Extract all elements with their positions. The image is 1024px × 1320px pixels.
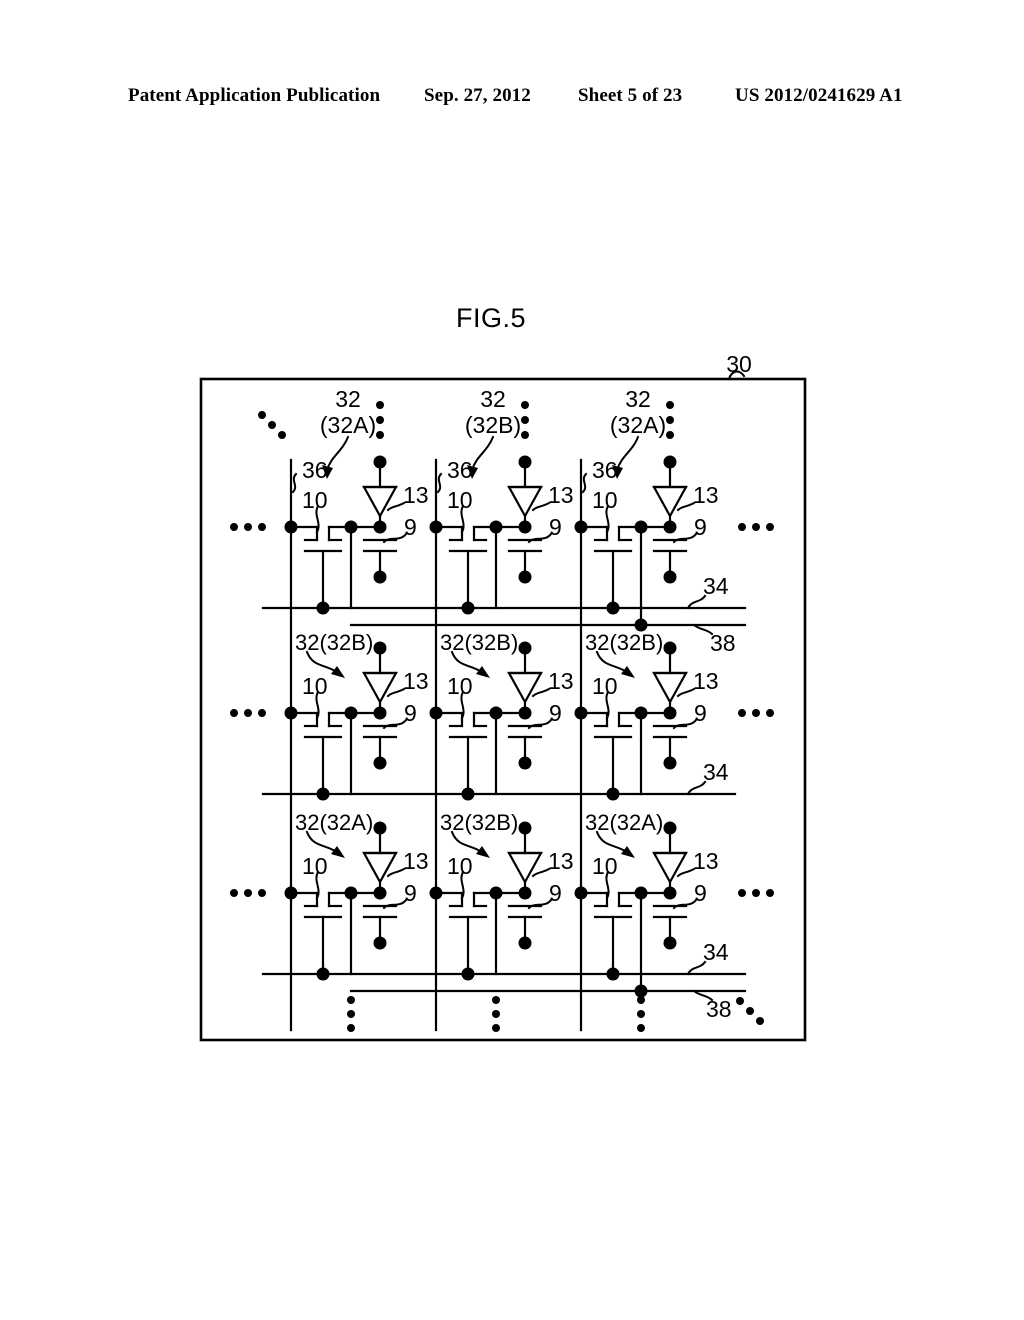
ref-9-r2c3: 9 bbox=[694, 700, 707, 726]
leader-13-r2c3 bbox=[676, 687, 696, 698]
ellipsis-top-col1 bbox=[376, 401, 384, 439]
ref-10-r3c3: 10 bbox=[592, 853, 618, 879]
ellipsis-bottom-col2 bbox=[492, 996, 500, 1032]
pixel-cell-r2c1 bbox=[289, 646, 398, 796]
ellipsis-top-col2 bbox=[521, 401, 529, 439]
ref-32-r3c1: 32(32A) bbox=[295, 810, 373, 835]
ref-13-r1c2: 13 bbox=[548, 482, 574, 508]
leader-32-r1c3 bbox=[615, 435, 640, 472]
ref-32-r2c1: 32(32B) bbox=[295, 630, 373, 655]
ref-34-row3: 34 bbox=[703, 939, 729, 965]
pixel-cell-r1c2 bbox=[434, 460, 543, 610]
leader-32-r2c1 bbox=[305, 650, 340, 675]
ellipsis-left-row1 bbox=[230, 523, 266, 531]
leader-32-r2c2 bbox=[450, 650, 485, 675]
ref-9-r3c1: 9 bbox=[404, 880, 417, 906]
leader-13-r1c2 bbox=[531, 501, 551, 512]
ref-30: 30 bbox=[726, 351, 752, 377]
ref-9-r3c3: 9 bbox=[694, 880, 707, 906]
ref-9-r1c2: 9 bbox=[549, 514, 562, 540]
ellipsis-left-row2 bbox=[230, 709, 266, 717]
figure-drawing: 30 32 (32A) 32 (32B) 32 (32A) 36 36 36 1… bbox=[0, 0, 1024, 1320]
ref-32-r3c3: 32(32A) bbox=[585, 810, 663, 835]
leader-13-r3c1 bbox=[386, 867, 406, 878]
leader-32-r1c2 bbox=[470, 435, 495, 472]
ref-13-r2c1: 13 bbox=[403, 668, 429, 694]
ref-9-r1c3: 9 bbox=[694, 514, 707, 540]
ref-32-r3c2: 32(32B) bbox=[440, 810, 518, 835]
leader-36-c3 bbox=[581, 472, 588, 494]
leader-32-r1c1 bbox=[325, 435, 350, 472]
ref-38-row1: 38 bbox=[710, 630, 736, 656]
leader-13-r3c2 bbox=[531, 867, 551, 878]
ref-10-r1c3: 10 bbox=[592, 487, 618, 513]
ref-10-r2c2: 10 bbox=[447, 673, 473, 699]
leader-13-r2c1 bbox=[386, 687, 406, 698]
ref-13-r3c1: 13 bbox=[403, 848, 429, 874]
reference-numerals: 30 32 (32A) 32 (32B) 32 (32A) 36 36 36 1… bbox=[295, 351, 752, 1022]
leader-13-r3c3 bbox=[676, 867, 696, 878]
ref-13-r1c1: 13 bbox=[403, 482, 429, 508]
ref-13-r2c2: 13 bbox=[548, 668, 574, 694]
arrowhead-32-r3c1 bbox=[331, 846, 345, 858]
leader-36-c1 bbox=[291, 472, 298, 494]
ref-32-r1c3-bottom: (32A) bbox=[610, 412, 666, 438]
ellipsis-right-row1 bbox=[738, 523, 774, 531]
ref-32-r1c3-top: 32 bbox=[625, 386, 651, 412]
ref-36-r1c1: 36 bbox=[302, 457, 328, 483]
ref-13-r3c3: 13 bbox=[693, 848, 719, 874]
ellipsis-left-row3 bbox=[230, 889, 266, 897]
ellipsis-top-col3 bbox=[666, 401, 674, 439]
ellipsis-bottom-col3 bbox=[637, 996, 645, 1032]
ellipsis-bottom-col1 bbox=[347, 996, 355, 1032]
pixel-cell-r2c2 bbox=[434, 646, 543, 796]
leader-13-r2c2 bbox=[531, 687, 551, 698]
leader-32-r3c2 bbox=[450, 830, 485, 855]
ellipsis-corner-top-left bbox=[258, 411, 286, 439]
ref-13-r2c3: 13 bbox=[693, 668, 719, 694]
arrowhead-32-r2c3 bbox=[621, 666, 635, 678]
ref-32-r1c1-bottom: (32A) bbox=[320, 412, 376, 438]
ref-32-r2c2: 32(32B) bbox=[440, 630, 518, 655]
ref-10-r1c1: 10 bbox=[302, 487, 328, 513]
pixel-cell-r2c3 bbox=[579, 646, 688, 796]
ref-32-r1c2-top: 32 bbox=[480, 386, 506, 412]
ref-10-r2c1: 10 bbox=[302, 673, 328, 699]
pixel-cell-r1c1 bbox=[289, 460, 398, 610]
ref-13-r3c2: 13 bbox=[548, 848, 574, 874]
ref-38-row3: 38 bbox=[706, 996, 732, 1022]
leader-32-r3c1 bbox=[305, 830, 340, 855]
pixel-cell-r3c1 bbox=[289, 826, 398, 976]
ref-32-r1c2-bottom: (32B) bbox=[465, 412, 521, 438]
leader-32-r3c3 bbox=[595, 830, 630, 855]
ellipsis-right-row3 bbox=[738, 889, 774, 897]
leader-13-r1c1 bbox=[386, 501, 406, 512]
ref-36-r1c2: 36 bbox=[447, 457, 473, 483]
ref-13-r1c3: 13 bbox=[693, 482, 719, 508]
pixel-cell-r3c2 bbox=[434, 826, 543, 976]
ref-9-r3c2: 9 bbox=[549, 880, 562, 906]
ref-9-r1c1: 9 bbox=[404, 514, 417, 540]
leader-13-r1c3 bbox=[676, 501, 696, 512]
leader-32-r2c3 bbox=[595, 650, 630, 675]
arrowhead-32-r3c2 bbox=[476, 846, 490, 858]
ref-32-r2c3: 32(32B) bbox=[585, 630, 663, 655]
arrowhead-32-r2c1 bbox=[331, 666, 345, 678]
ref-10-r1c2: 10 bbox=[447, 487, 473, 513]
ref-9-r2c1: 9 bbox=[404, 700, 417, 726]
ref-10-r3c1: 10 bbox=[302, 853, 328, 879]
ref-10-r3c2: 10 bbox=[447, 853, 473, 879]
arrowhead-32-r2c2 bbox=[476, 666, 490, 678]
ref-10-r2c3: 10 bbox=[592, 673, 618, 699]
ellipsis-right-row2 bbox=[738, 709, 774, 717]
ref-32-r1c1-top: 32 bbox=[335, 386, 361, 412]
ellipsis-corner-bottom-right bbox=[736, 997, 764, 1025]
ref-34-row2: 34 bbox=[703, 759, 729, 785]
ref-9-r2c2: 9 bbox=[549, 700, 562, 726]
arrowhead-32-r3c3 bbox=[621, 846, 635, 858]
leader-36-c2 bbox=[436, 472, 443, 494]
ref-36-r1c3: 36 bbox=[592, 457, 618, 483]
ref-34-row1: 34 bbox=[703, 573, 729, 599]
